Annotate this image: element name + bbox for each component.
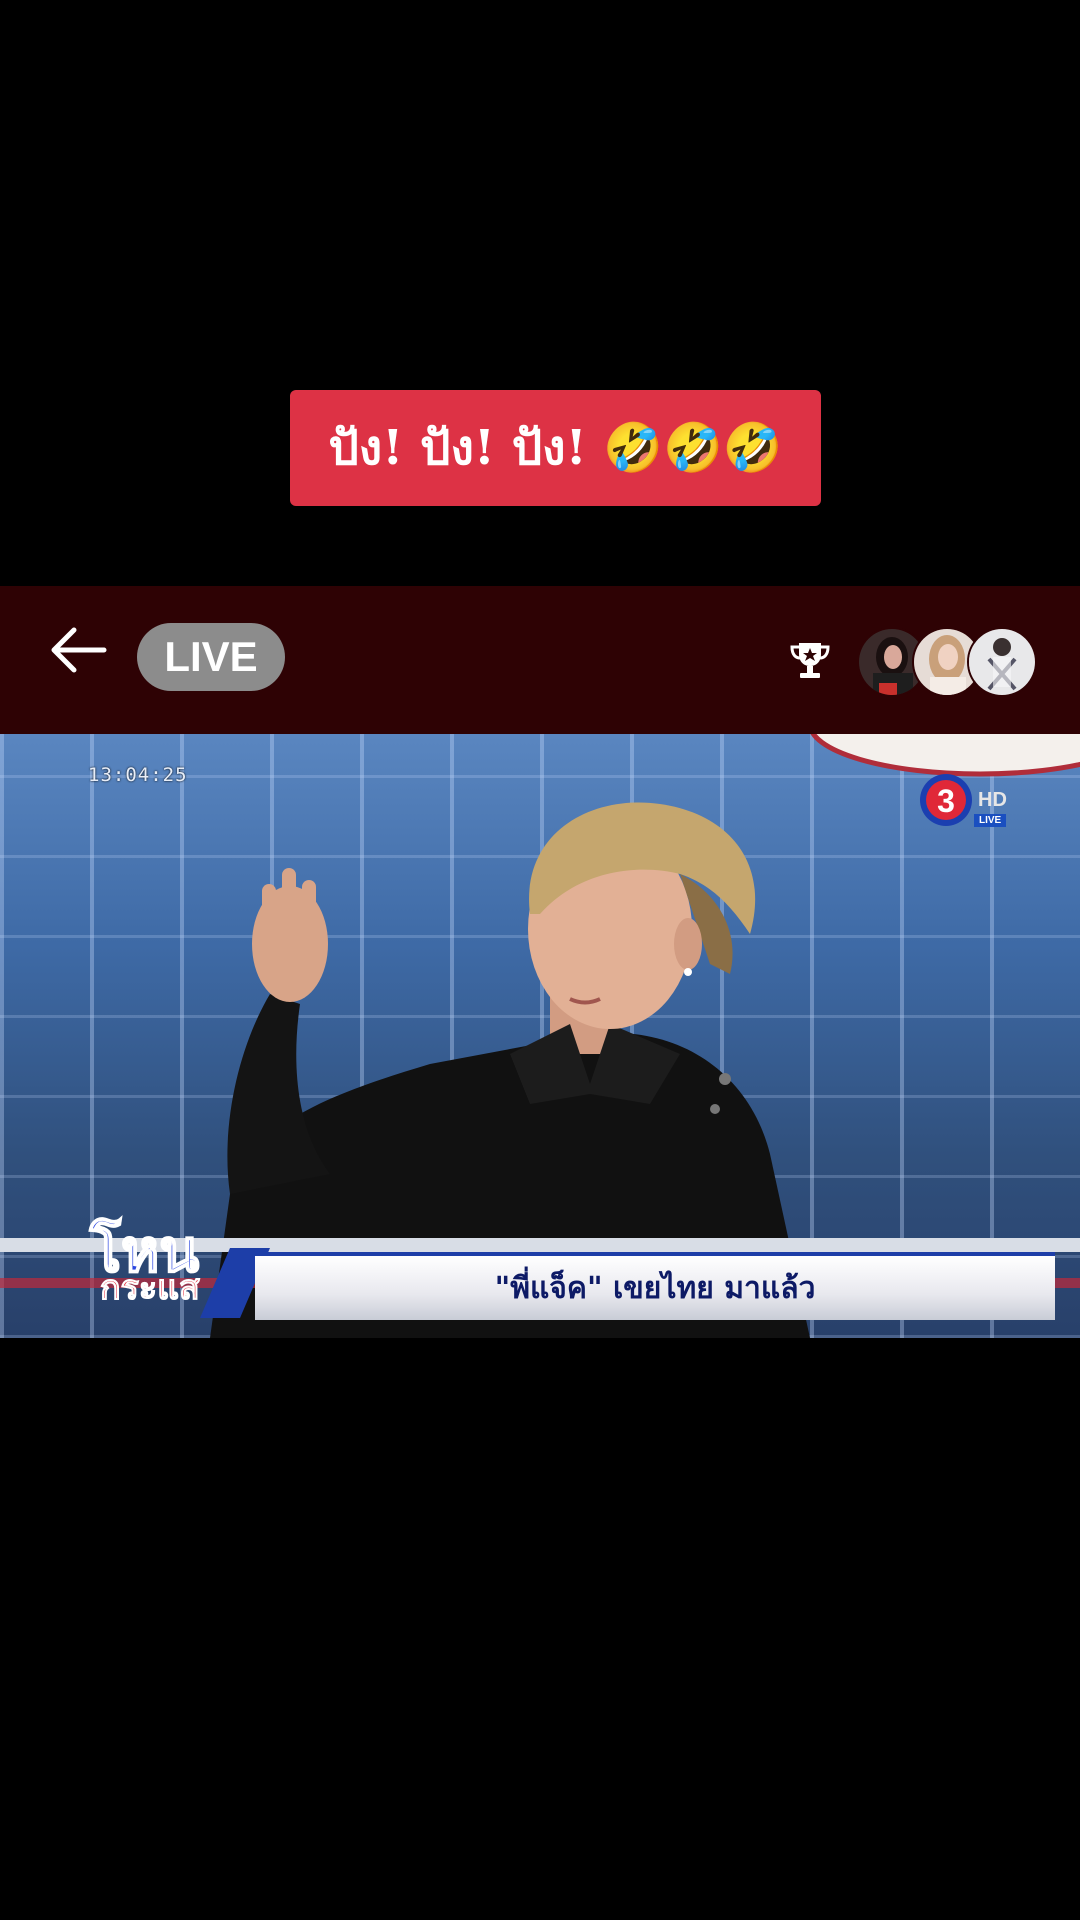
news-headline: "พี่แจ็ค" เขยไทย มาแล้ว bbox=[255, 1252, 1055, 1320]
caption-text: ปัง! ปัง! ปัง! 🤣🤣🤣 bbox=[328, 420, 783, 476]
svg-text:HD: HD bbox=[978, 789, 1007, 811]
caption-sticker: ปัง! ปัง! ปัง! 🤣🤣🤣 bbox=[290, 390, 821, 506]
viewer-avatar-3[interactable] bbox=[967, 627, 1037, 697]
show-logo: โหน กระแส bbox=[89, 1218, 200, 1308]
channel-live-tag: LIVE bbox=[974, 814, 1007, 827]
live-badge: LIVE bbox=[137, 623, 285, 691]
broadcast-timestamp: 13:04:25 bbox=[88, 764, 188, 786]
trophy-icon[interactable] bbox=[788, 638, 832, 682]
live-video-frame[interactable]: 13:04:25 3 HD LIVE โหน กระแส "พี่แจ็ค" เ… bbox=[0, 734, 1080, 1338]
arrow-left-icon[interactable] bbox=[46, 618, 110, 682]
